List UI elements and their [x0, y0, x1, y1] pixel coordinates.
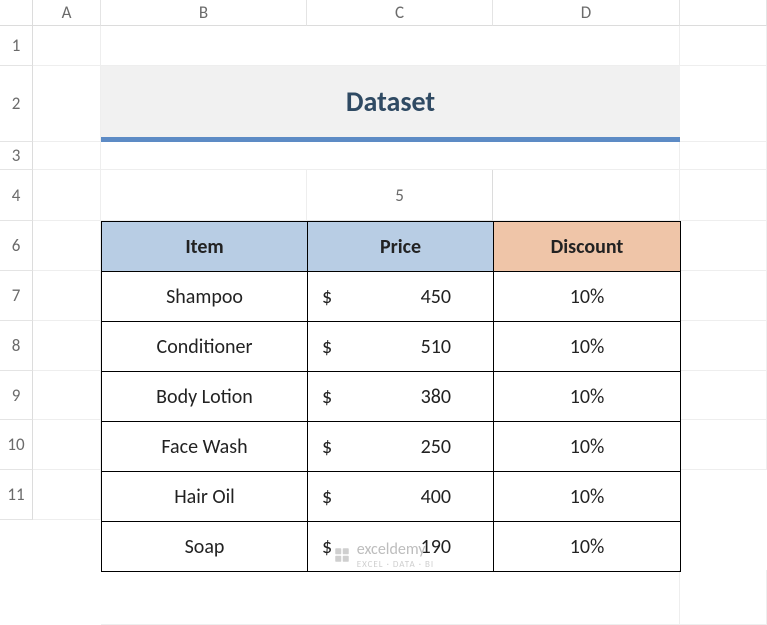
amount: 250: [421, 435, 479, 459]
cell-discount[interactable]: 10%: [494, 422, 681, 472]
row-header-11[interactable]: 11: [0, 470, 33, 520]
cell-B11-D11[interactable]: [101, 570, 680, 625]
table-row[interactable]: Shampoo $450 10%: [102, 272, 681, 322]
cell-B1-D1[interactable]: [101, 26, 680, 66]
cell-price[interactable]: $250: [308, 422, 494, 472]
table-row[interactable]: Face Wash $250 10%: [102, 422, 681, 472]
amount: 450: [421, 285, 479, 309]
cell-rest-8: [680, 321, 767, 371]
cell-rest-6: [680, 221, 767, 271]
col-header-D[interactable]: D: [493, 0, 680, 26]
table-row[interactable]: Soap $190 10%: [102, 522, 681, 572]
cell-price[interactable]: $450: [308, 272, 494, 322]
cell-rest-10: [680, 420, 767, 470]
currency: $: [322, 485, 332, 509]
cell-discount[interactable]: 10%: [494, 472, 681, 522]
amount: 190: [421, 535, 479, 559]
header-discount[interactable]: Discount: [494, 222, 681, 272]
row-header-7[interactable]: 7: [0, 271, 33, 321]
cell-rest-4: [101, 170, 307, 221]
cell-item[interactable]: Soap: [102, 522, 308, 572]
currency: $: [322, 385, 332, 409]
dataset-title-wrap: Dataset: [101, 66, 680, 142]
col-header-C[interactable]: C: [307, 0, 493, 26]
table-row[interactable]: Conditioner $510 10%: [102, 322, 681, 372]
currency: $: [322, 435, 332, 459]
cell-price[interactable]: $190: [308, 522, 494, 572]
row-header-5[interactable]: 5: [307, 170, 493, 221]
header-price[interactable]: Price: [308, 222, 494, 272]
row-header-9[interactable]: 9: [0, 371, 33, 420]
dataset-title: Dataset: [101, 66, 680, 142]
cell-A11[interactable]: [33, 470, 101, 520]
cell-A5[interactable]: [493, 170, 680, 221]
cell-rest-2: [680, 66, 767, 142]
cell-A6[interactable]: [33, 221, 101, 271]
row-header-3[interactable]: 3: [0, 142, 33, 170]
cell-B3-D3[interactable]: [101, 142, 680, 170]
cell-discount[interactable]: 10%: [494, 372, 681, 422]
amount: 380: [421, 385, 479, 409]
cell-discount[interactable]: 10%: [494, 272, 681, 322]
cell-rest-1: [680, 26, 767, 66]
row-header-6[interactable]: 6: [0, 221, 33, 271]
amount: 510: [421, 335, 479, 359]
spreadsheet-grid[interactable]: A B C D 1 2 Dataset 3 4 Item Price Disco…: [0, 0, 767, 625]
cell-rest-7: [680, 271, 767, 321]
cell-item[interactable]: Body Lotion: [102, 372, 308, 422]
cell-A9[interactable]: [33, 371, 101, 420]
row-header-10[interactable]: 10: [0, 420, 33, 470]
cell-item[interactable]: Face Wash: [102, 422, 308, 472]
cell-discount[interactable]: 10%: [494, 522, 681, 572]
cell-item[interactable]: Shampoo: [102, 272, 308, 322]
cell-A10[interactable]: [33, 420, 101, 470]
currency: $: [322, 335, 332, 359]
row-header-8[interactable]: 8: [0, 321, 33, 371]
table-body: Shampoo $450 10% Conditioner $510 10% Bo…: [102, 272, 681, 572]
currency: $: [322, 285, 332, 309]
row-header-4[interactable]: 4: [0, 170, 33, 221]
col-header-rest: [680, 0, 767, 26]
cell-discount[interactable]: 10%: [494, 322, 681, 372]
cell-item[interactable]: Conditioner: [102, 322, 308, 372]
currency: $: [322, 535, 332, 559]
cell-rest-3: [680, 142, 767, 170]
cell-price[interactable]: $380: [308, 372, 494, 422]
cell-rest-11: [680, 570, 767, 625]
cell-A1[interactable]: [33, 26, 101, 66]
cell-A8[interactable]: [33, 321, 101, 371]
header-item[interactable]: Item: [102, 222, 308, 272]
table-header-row: Item Price Discount: [102, 222, 681, 272]
select-all-corner[interactable]: [0, 0, 33, 26]
row-header-2[interactable]: 2: [0, 66, 33, 142]
cell-item[interactable]: Hair Oil: [102, 472, 308, 522]
cell-rest-9: [680, 371, 767, 420]
cell-A7[interactable]: [33, 271, 101, 321]
cell-price[interactable]: $400: [308, 472, 494, 522]
amount: 400: [421, 485, 479, 509]
cell-price[interactable]: $510: [308, 322, 494, 372]
cell-rest-5: [680, 170, 767, 221]
cell-A3[interactable]: [33, 142, 101, 170]
table-row[interactable]: Body Lotion $380 10%: [102, 372, 681, 422]
table-row[interactable]: Hair Oil $400 10%: [102, 472, 681, 522]
data-table[interactable]: Item Price Discount Shampoo $450 10% Con…: [101, 221, 681, 572]
col-header-A[interactable]: A: [33, 0, 101, 26]
row-header-1[interactable]: 1: [0, 26, 33, 66]
col-header-B[interactable]: B: [101, 0, 307, 26]
cell-A4[interactable]: [33, 170, 101, 221]
cell-A2[interactable]: [33, 66, 101, 142]
data-table-region: Item Price Discount Shampoo $450 10% Con…: [101, 221, 680, 570]
